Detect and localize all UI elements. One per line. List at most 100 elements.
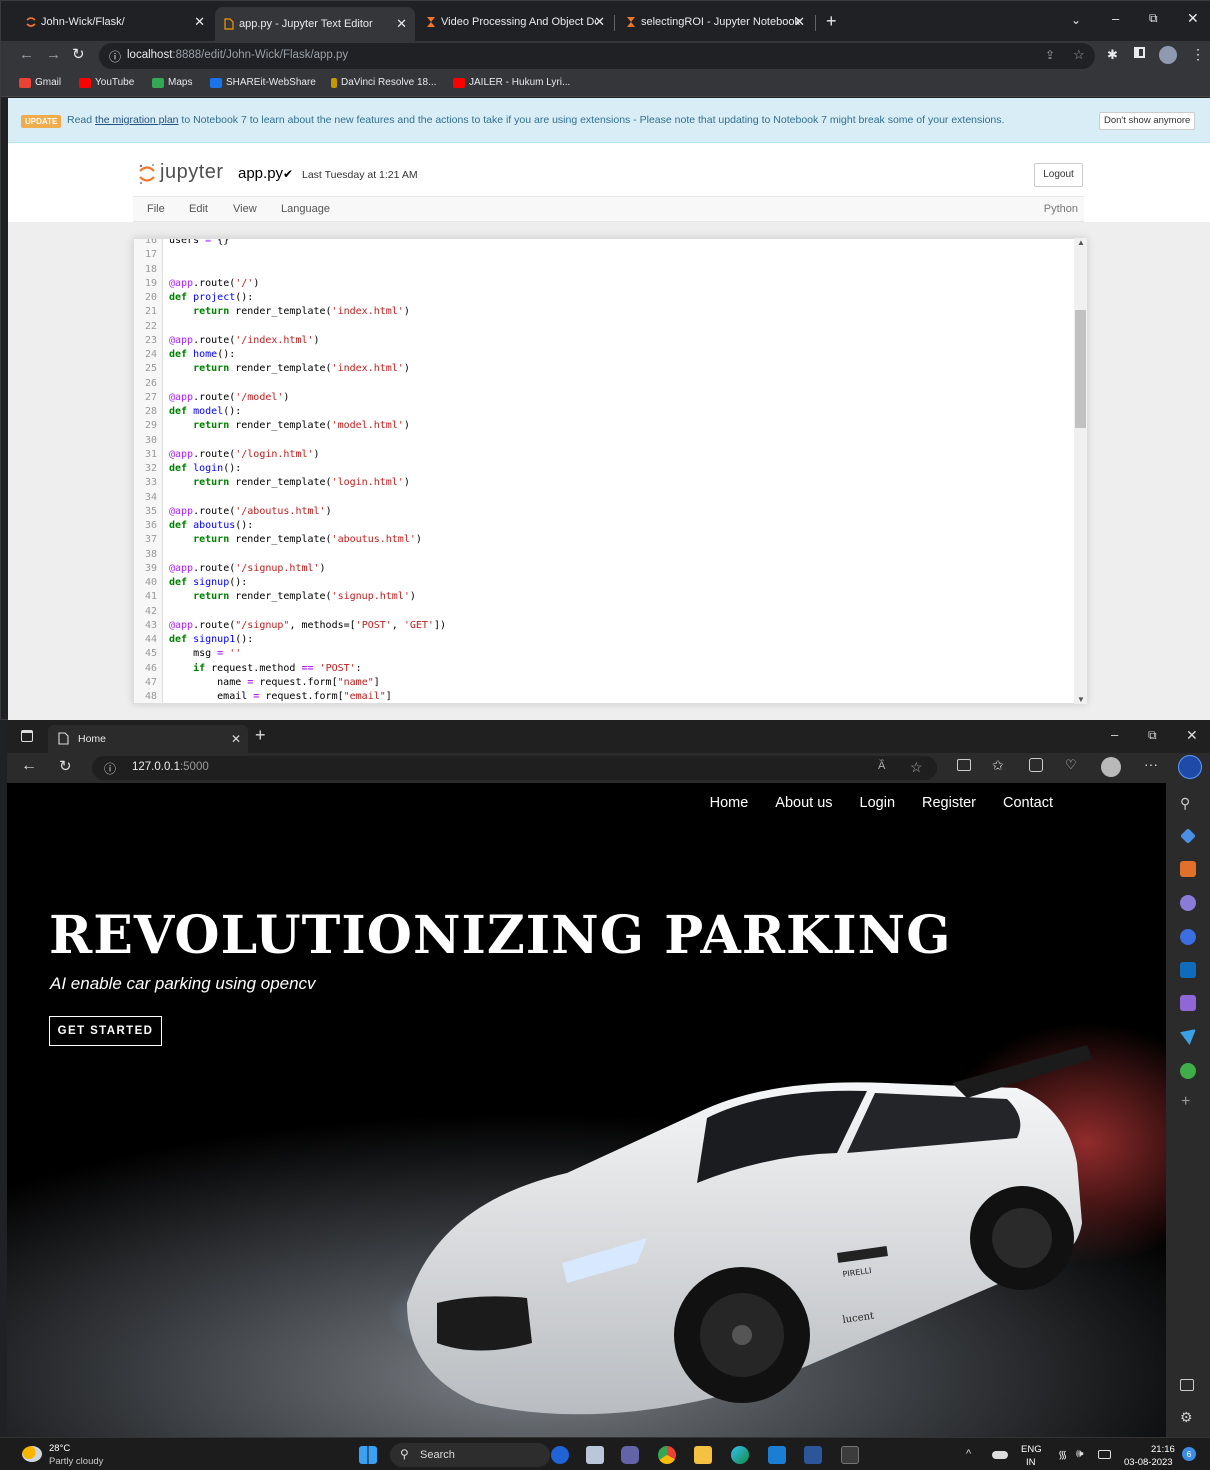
hide-sidebar-icon[interactable] [1180, 1379, 1194, 1391]
forward-arrow-icon[interactable]: → [46, 46, 61, 63]
task-view-icon[interactable] [586, 1446, 604, 1464]
minimize-icon[interactable]: – [1111, 727, 1118, 742]
nav-home[interactable]: Home [710, 795, 749, 811]
code-line[interactable]: name = request.form["name"] [169, 677, 380, 688]
dont-show-anymore-button[interactable]: Don't show anymore [1099, 112, 1196, 130]
address-bar[interactable]: ⓘ localhost:8888/edit/John-Wick/Flask/ap… [99, 43, 1095, 69]
favorites-icon[interactable]: ✩ [992, 757, 1004, 774]
split-screen-icon[interactable] [957, 759, 971, 771]
close-tab-icon[interactable]: ✕ [396, 16, 407, 32]
bookmark-jailer[interactable]: JAILER - Hukum Lyri... [453, 77, 570, 88]
close-window-icon[interactable]: ✕ [1187, 10, 1199, 27]
tab-app-py-editor[interactable]: app.py - Jupyter Text Editor ✕ [215, 7, 415, 41]
code-line[interactable]: @app.route('/model') [169, 392, 289, 403]
bookmark-youtube[interactable]: YouTube [79, 77, 134, 88]
get-started-button[interactable]: GET STARTED [49, 1016, 162, 1046]
tab-jupyter-tree[interactable]: John-Wick/Flask/ ✕ [17, 9, 213, 35]
site-info-icon[interactable]: ⓘ [109, 48, 121, 65]
minimize-icon[interactable]: – [1112, 11, 1119, 26]
volume-icon[interactable]: 🕪 [1076, 1446, 1084, 1461]
code-line[interactable]: @app.route('/login.html') [169, 449, 320, 460]
jupyter-logo-icon[interactable] [138, 163, 156, 185]
tab-search-icon[interactable]: ⌄ [1071, 13, 1081, 27]
extensions-icon[interactable]: ✱ [1107, 47, 1118, 63]
onedrive-cloud-icon[interactable] [992, 1451, 1008, 1459]
menu-view[interactable]: View [233, 203, 257, 215]
code-line[interactable]: @app.route('/signup.html') [169, 563, 326, 574]
share-icon[interactable]: ⇪ [1045, 48, 1055, 62]
tab-video-processing[interactable]: Video Processing And Object De ✕ [417, 9, 613, 35]
weather-icon[interactable] [22, 1446, 42, 1462]
profile-avatar[interactable] [1159, 46, 1177, 64]
close-tab-icon[interactable]: ✕ [194, 14, 205, 30]
code-line[interactable]: def project(): [169, 292, 253, 303]
browser-essentials-icon[interactable]: ♡ [1065, 757, 1077, 773]
side-panel-icon[interactable] [1134, 47, 1145, 58]
file-name[interactable]: app.py✔ [238, 165, 293, 182]
code-line[interactable]: email = request.form["email"] [169, 691, 392, 702]
language-top[interactable]: ENG [1021, 1444, 1042, 1455]
close-window-icon[interactable]: ✕ [1186, 727, 1198, 744]
file-explorer-icon[interactable] [694, 1446, 712, 1464]
back-arrow-icon[interactable]: ← [19, 46, 34, 63]
settings-gear-icon[interactable]: ⚙ [1180, 1409, 1193, 1426]
code-editor[interactable]: 16 17 18 19 20 21 22 23 24 25 26 27 28 29 30 31 32 33 34 35… [133, 238, 1087, 704]
code-line[interactable]: return render_template('login.html') [169, 477, 410, 488]
edge-taskbar-icon[interactable] [731, 1446, 749, 1464]
close-tab-icon[interactable]: ✕ [794, 14, 805, 30]
outlook-icon[interactable] [1180, 962, 1196, 978]
code-line[interactable]: return render_template('index.html') [169, 363, 410, 374]
close-tab-icon[interactable]: ✕ [594, 14, 605, 30]
scroll-down-icon[interactable]: ▼ [1077, 695, 1085, 704]
code-line[interactable]: return render_template('model.html') [169, 420, 410, 431]
microsoft365-icon[interactable] [1180, 929, 1196, 945]
more-menu-icon[interactable]: ⋮ [1191, 46, 1205, 63]
wifi-icon[interactable]: ᯾ [1058, 1447, 1067, 1462]
restore-icon[interactable]: ⧉ [1149, 11, 1158, 26]
nav-contact[interactable]: Contact [1003, 795, 1053, 811]
code-line[interactable]: return render_template('aboutus.html') [169, 534, 422, 545]
site-info-icon[interactable]: ⓘ [104, 760, 116, 777]
nav-about-us[interactable]: About us [775, 795, 832, 811]
back-arrow-icon[interactable]: ← [21, 757, 37, 775]
editor-scrollbar[interactable]: ▲ ▼ [1074, 238, 1087, 704]
mail-icon[interactable] [768, 1446, 786, 1464]
clock-date[interactable]: 03-08-2023 [1124, 1457, 1173, 1468]
designer-icon[interactable] [1180, 995, 1196, 1011]
notification-badge[interactable]: 6 [1182, 1447, 1196, 1461]
code-line[interactable]: @app.route('/index.html') [169, 335, 320, 346]
more-menu-icon[interactable]: ··· [1144, 756, 1158, 772]
nav-register[interactable]: Register [922, 795, 976, 811]
chrome-taskbar-icon[interactable] [658, 1446, 676, 1464]
bookmark-shareit[interactable]: SHAREit-WebShare [210, 77, 316, 88]
code-line[interactable]: def model(): [169, 406, 241, 417]
language-bottom[interactable]: IN [1026, 1457, 1036, 1468]
code-line[interactable]: msg = '' [169, 648, 241, 659]
bing-copilot-icon[interactable] [1178, 755, 1202, 779]
bookmark-star-icon[interactable]: ☆ [1073, 47, 1085, 63]
bookmark-maps[interactable]: Maps [152, 77, 192, 88]
terminal-icon[interactable] [841, 1446, 859, 1464]
code-line[interactable]: @app.route("/signup", methods=['POST', '… [169, 620, 446, 631]
tab-actions-icon[interactable] [21, 730, 33, 742]
code-line[interactable]: def home(): [169, 349, 235, 360]
code-line[interactable]: def login(): [169, 463, 241, 474]
clock-time[interactable]: 21:16 [1151, 1444, 1175, 1455]
code-line[interactable]: def aboutus(): [169, 520, 253, 531]
shopping-tag-icon[interactable] [1180, 828, 1196, 844]
menu-edit[interactable]: Edit [189, 203, 208, 215]
new-tab-button[interactable]: + [255, 725, 266, 746]
migration-plan-link[interactable]: the migration plan [95, 114, 178, 126]
show-hidden-icons-chevron-icon[interactable]: ^ [966, 1448, 971, 1460]
collections-icon[interactable] [1029, 758, 1043, 772]
reload-icon[interactable]: ↻ [59, 757, 72, 775]
jupyter-logo-text[interactable]: jupyter [160, 161, 224, 184]
code-line[interactable]: users = {} [169, 239, 229, 246]
code-line[interactable]: @app.route('/aboutus.html') [169, 506, 332, 517]
read-aloud-icon[interactable]: A᷈ [878, 760, 885, 772]
code-line[interactable]: return render_template('index.html') [169, 306, 410, 317]
close-tab-icon[interactable]: ✕ [231, 732, 241, 746]
favorite-star-icon[interactable]: ☆ [910, 759, 923, 776]
bookmark-davinci[interactable]: DaVinci Resolve 18... [331, 77, 436, 88]
code-line[interactable]: def signup(): [169, 577, 247, 588]
